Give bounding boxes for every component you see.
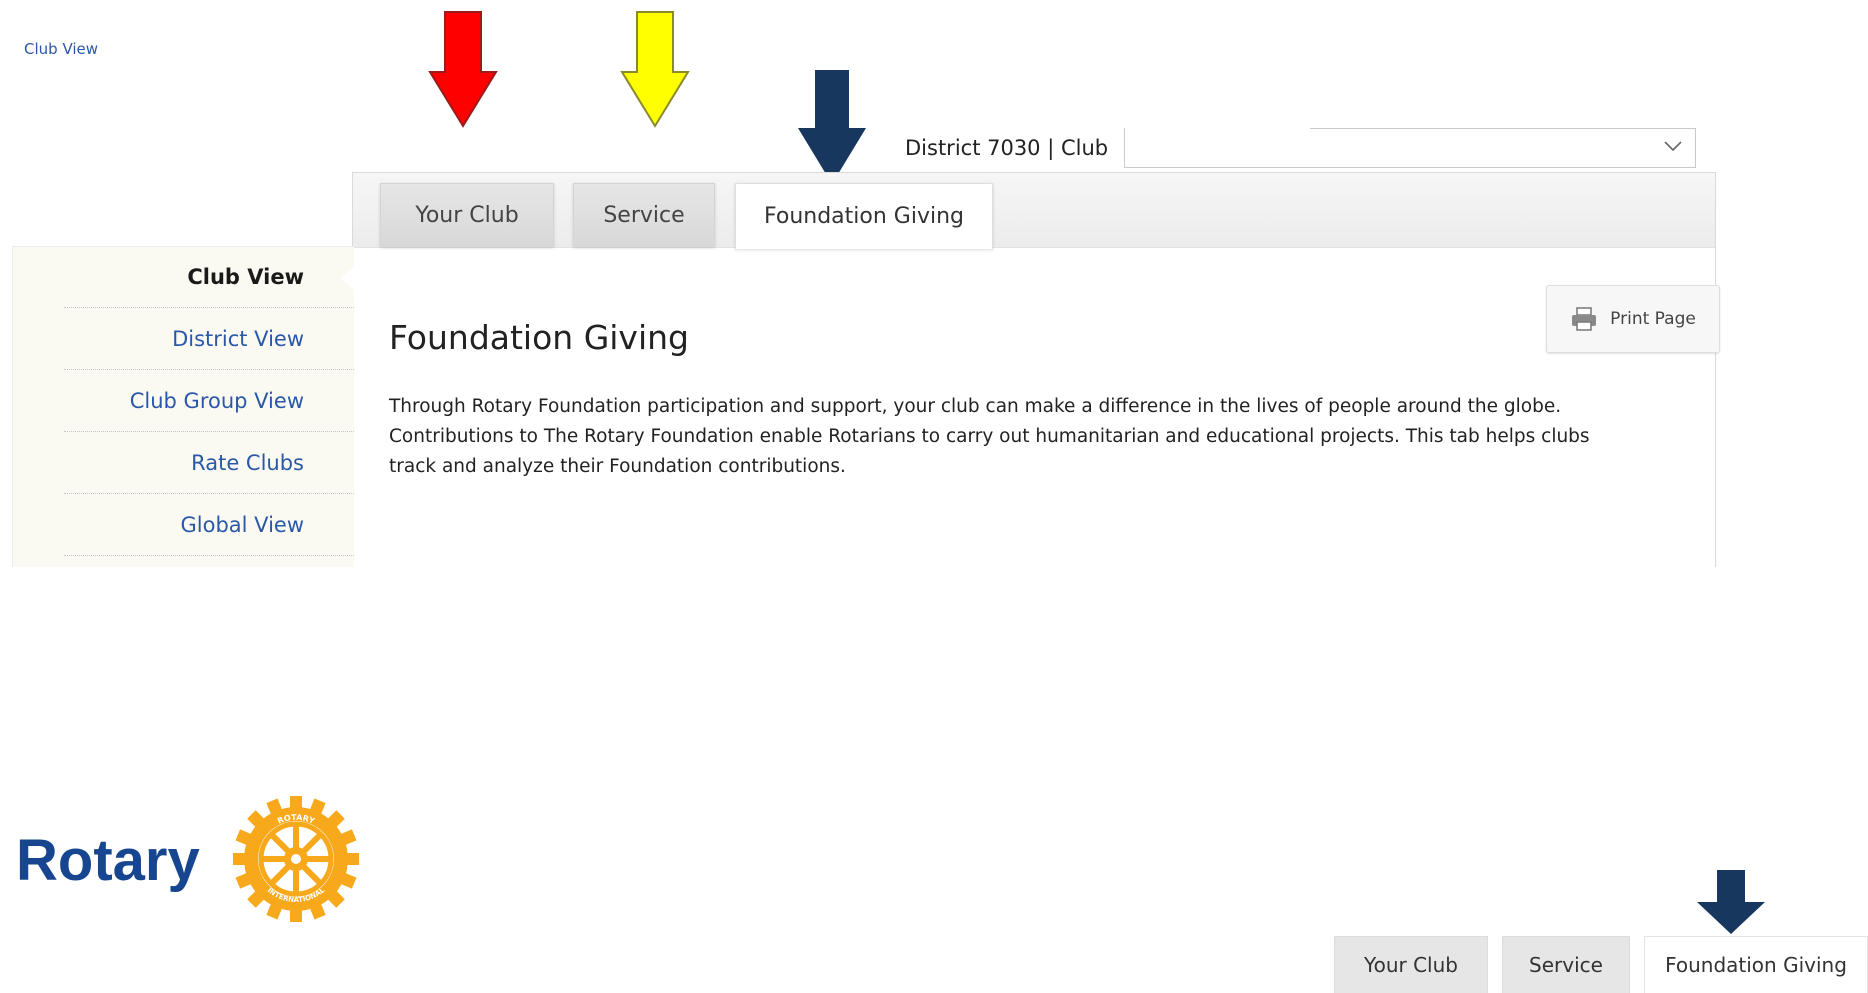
red-arrow-icon xyxy=(428,11,498,128)
mini-tab-service[interactable]: Service xyxy=(1502,936,1630,993)
sidebar-item-global-view[interactable]: Global View xyxy=(64,495,354,556)
district-club-label: District 7030 | Club xyxy=(905,136,1109,160)
sidebar: Club View District View Club Group View … xyxy=(12,246,354,567)
page-description: Through Rotary Foundation participation … xyxy=(389,392,1689,482)
rotary-wheel-icon: ROTARY INTERNATIONAL xyxy=(233,796,359,922)
rotary-logo-wordmark: Rotary xyxy=(16,828,200,893)
club-select[interactable] xyxy=(1124,128,1696,168)
tab-foundation-giving[interactable]: Foundation Giving xyxy=(735,183,993,249)
mini-tab-your-club[interactable]: Your Club xyxy=(1334,936,1488,993)
description-line-1: Through Rotary Foundation participation … xyxy=(389,396,1562,417)
description-line-2: Contributions to The Rotary Foundation e… xyxy=(389,426,1590,447)
blue-arrow-small-icon xyxy=(1697,870,1765,934)
sidebar-item-rate-clubs[interactable]: Rate Clubs xyxy=(64,433,354,494)
print-page-label: Print Page xyxy=(1610,309,1696,329)
sidebar-active-pointer xyxy=(340,266,354,290)
yellow-arrow-icon xyxy=(620,11,690,128)
printer-icon xyxy=(1572,307,1597,331)
sidebar-item-club-group-view[interactable]: Club Group View xyxy=(64,371,354,432)
sidebar-item-district-view[interactable]: District View xyxy=(64,309,354,370)
mini-tab-foundation-giving[interactable]: Foundation Giving xyxy=(1644,936,1868,993)
chevron-down-icon[interactable] xyxy=(1663,138,1683,154)
tab-bar xyxy=(353,173,1715,248)
breadcrumb-club-view[interactable]: Club View xyxy=(24,40,98,58)
sidebar-item-club-view[interactable]: Club View xyxy=(64,247,354,308)
tab-your-club[interactable]: Your Club xyxy=(380,183,554,247)
description-line-3: track and analyze their Foundation contr… xyxy=(389,456,846,477)
page-title: Foundation Giving xyxy=(389,318,689,357)
tab-service[interactable]: Service xyxy=(573,183,715,247)
blue-arrow-icon xyxy=(798,70,866,184)
print-page-button[interactable]: Print Page xyxy=(1546,285,1720,353)
